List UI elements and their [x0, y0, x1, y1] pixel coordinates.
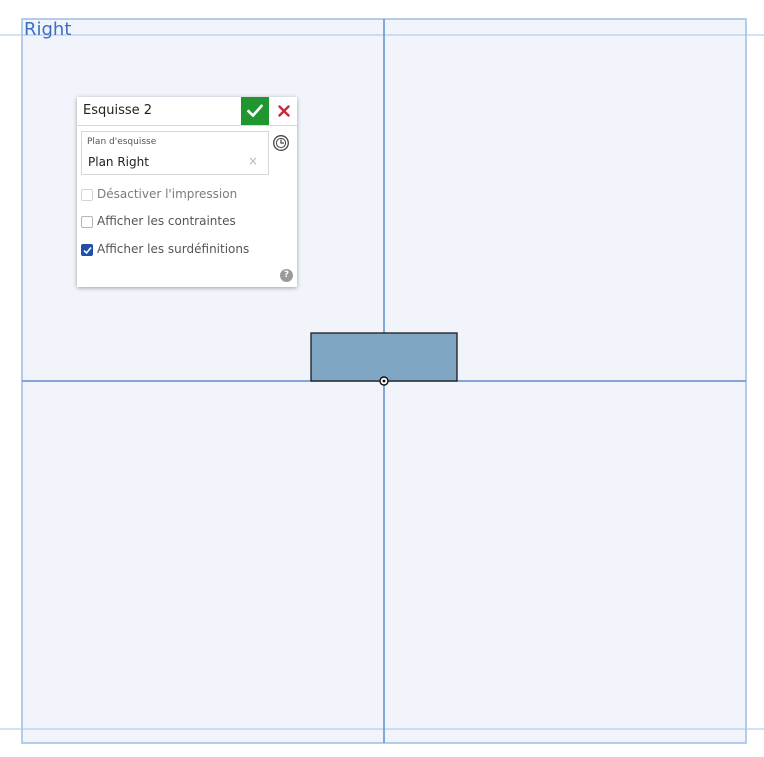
cancel-button[interactable] [271, 97, 297, 125]
dialog-title: Esquisse 2 [83, 103, 153, 118]
sketch-feature-dialog: Esquisse 2 Plan d'esquisse Plan Right × [77, 97, 297, 287]
clear-selection-icon[interactable]: × [248, 154, 258, 168]
disable-imprinting-label: Désactiver l'impression [97, 187, 238, 201]
dialog-header: Esquisse 2 [77, 97, 297, 126]
clock-icon[interactable] [272, 134, 290, 152]
help-icon[interactable]: ? [280, 269, 293, 282]
accept-button[interactable] [241, 97, 269, 125]
checkbox-check-icon [83, 246, 92, 255]
checkmark-icon [247, 104, 263, 118]
disable-imprinting-checkbox[interactable] [81, 189, 93, 201]
sketch-plane-value: Plan Right [88, 155, 149, 169]
show-overdefined-checkbox[interactable] [81, 244, 93, 256]
close-icon [278, 105, 290, 117]
sketch-rectangle[interactable] [310, 332, 458, 382]
sketch-plane-field[interactable]: Plan d'esquisse Plan Right × [81, 131, 269, 175]
show-constraints-label: Afficher les contraintes [97, 214, 236, 228]
show-constraints-checkbox[interactable] [81, 216, 93, 228]
show-overdefined-label: Afficher les surdéfinitions [97, 242, 250, 256]
sketch-viewport[interactable]: Right Esquisse 2 Plan d'esquisse Plan Ri… [0, 0, 764, 757]
plane-label: Right [24, 19, 72, 40]
sketch-plane-label: Plan d'esquisse [87, 137, 157, 147]
origin-dot [382, 379, 386, 383]
